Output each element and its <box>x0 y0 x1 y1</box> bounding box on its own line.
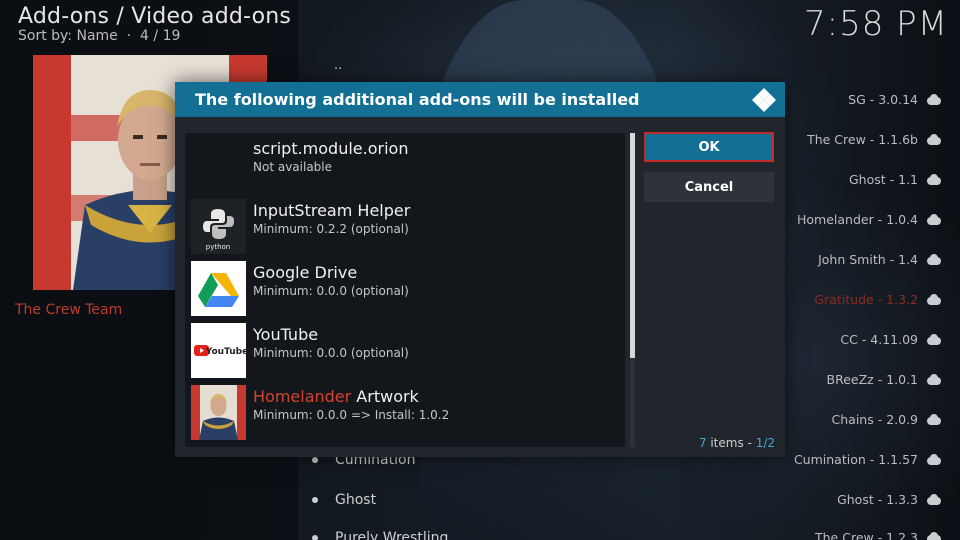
items-number: 7 <box>698 436 707 450</box>
right-list-item[interactable]: John Smith - 1.4 <box>818 252 942 267</box>
addon-dependency-list[interactable]: script.module.orion Not available python… <box>185 133 625 447</box>
right-list-item[interactable]: BReeZz - 1.0.1 <box>827 372 942 387</box>
cloud-download-icon <box>926 531 942 540</box>
clock: 7:58 PM <box>804 4 948 44</box>
sort-info: Sort by: Name · 4 / 19 <box>18 28 180 44</box>
svg-text:YouTube: YouTube <box>205 347 246 357</box>
svg-text:python: python <box>206 243 231 251</box>
addon-version: Not available <box>253 160 333 174</box>
scrollbar-thumb[interactable] <box>630 133 635 358</box>
youtube-logo-icon: YouTube <box>191 323 246 378</box>
install-dependencies-dialog: The following additional add-ons will be… <box>175 82 785 457</box>
addon-version: Minimum: 0.0.0 => Install: 1.0.2 <box>253 408 450 422</box>
list-item[interactable]: Homelander Artwork Minimum: 0.0.0 => Ins… <box>185 381 625 443</box>
items-word: items <box>710 436 744 450</box>
addon-name: InputStream Helper <box>253 201 411 220</box>
list-item-label: Ghost <box>335 492 377 508</box>
addon-text: script.module.orion Not available <box>253 139 408 174</box>
kodi-logo-icon <box>752 88 776 112</box>
items-count: 7 items - 1/2 <box>699 436 775 450</box>
list-scrollbar[interactable] <box>630 133 635 447</box>
list-item-label: Purely Wrestling <box>335 530 449 540</box>
cloud-download-icon <box>926 93 942 106</box>
cloud-download-icon <box>926 133 942 146</box>
sort-label: Sort by: Name <box>18 28 118 44</box>
right-list-item[interactable]: Chains - 2.0.9 <box>832 412 942 427</box>
addon-name-rest: Artwork <box>351 387 419 406</box>
addon-name: script.module.orion <box>253 139 409 158</box>
right-list-item[interactable]: Homelander - 1.0.4 <box>797 212 942 227</box>
right-list-item[interactable]: Ghost - 1.1 <box>849 172 942 187</box>
dialog-header: The following additional add-ons will be… <box>175 82 785 117</box>
cloud-download-icon <box>926 253 942 266</box>
right-list-item[interactable]: CC - 4.11.09 <box>840 332 942 347</box>
addon-text: Google Drive Minimum: 0.0.0 (optional) <box>253 263 409 298</box>
bullet-icon <box>312 457 318 463</box>
right-list-item[interactable]: Ghost - 1.3.3 <box>837 492 942 507</box>
list-item[interactable]: script.module.orion Not available <box>185 133 625 195</box>
addon-text: InputStream Helper Minimum: 0.2.2 (optio… <box>253 201 410 236</box>
python-logo-icon: python <box>191 199 246 254</box>
bullet-icon <box>312 535 318 540</box>
dialog-title: The following additional add-ons will be… <box>195 90 640 109</box>
cloud-download-icon <box>926 333 942 346</box>
homelander-artwork-thumb <box>191 385 246 440</box>
cloud-download-icon <box>926 493 942 506</box>
right-list-item[interactable]: The Crew - 1.1.6b <box>807 132 942 147</box>
right-list-item[interactable]: The Crew - 1.2.3 <box>815 530 942 540</box>
list-position: 4 / 19 <box>140 28 181 44</box>
ok-button[interactable]: OK <box>644 132 774 162</box>
right-list-item[interactable]: SG - 3.0.14 <box>848 92 942 107</box>
cloud-download-icon <box>926 413 942 426</box>
addon-name: YouTube <box>253 325 319 344</box>
list-item[interactable]: Google Drive Minimum: 0.0.0 (optional) <box>185 257 625 319</box>
right-list-item[interactable]: Cumination - 1.1.57 <box>794 452 942 467</box>
separator-dot: · <box>122 28 136 44</box>
addon-name: Homelander Artwork <box>253 387 449 407</box>
right-list-label: The Crew - 1.2.3 <box>815 530 918 540</box>
addon-name: Google Drive <box>253 263 358 282</box>
poster-caption: The Crew Team <box>15 302 123 318</box>
right-list-label: Ghost - 1.1 <box>848 172 918 187</box>
separator: - <box>747 436 756 450</box>
right-list-label: Chains - 2.0.9 <box>831 412 918 427</box>
bullet-icon <box>312 497 318 503</box>
list-item[interactable]: YouTube YouTube Minimum: 0.0.0 (optional… <box>185 319 625 381</box>
breadcrumb: Add-ons / Video add-ons <box>18 4 292 29</box>
list-item[interactable]: python InputStream Helper Minimum: 0.2.2… <box>185 195 625 257</box>
addon-version: Minimum: 0.2.2 (optional) <box>253 222 409 236</box>
right-list-item[interactable]: Gratitude - 1.3.2 <box>814 292 942 307</box>
cloud-download-icon <box>926 173 942 186</box>
right-list-label: Ghost - 1.3.3 <box>837 492 918 507</box>
page-indicator: 1/2 <box>755 436 775 450</box>
right-list-label: The Crew - 1.1.6b <box>807 132 918 147</box>
right-list-label: BReeZz - 1.0.1 <box>826 372 918 387</box>
cloud-download-icon <box>926 293 942 306</box>
addon-version: Minimum: 0.0.0 (optional) <box>253 346 409 360</box>
cancel-button[interactable]: Cancel <box>644 172 774 202</box>
addon-name-highlight: Homelander <box>253 387 352 406</box>
cloud-download-icon <box>926 373 942 386</box>
addon-text: YouTube Minimum: 0.0.0 (optional) <box>253 325 409 360</box>
right-list-label: Cumination - 1.1.57 <box>793 452 918 467</box>
addon-text: Homelander Artwork Minimum: 0.0.0 => Ins… <box>253 387 449 422</box>
right-list-label: SG - 3.0.14 <box>848 92 918 107</box>
cloud-download-icon <box>926 453 942 466</box>
addon-version: Minimum: 0.0.0 (optional) <box>253 284 409 298</box>
right-list-label: John Smith - 1.4 <box>818 252 918 267</box>
right-list-label: CC - 4.11.09 <box>840 332 918 347</box>
list-item[interactable]: Ghost <box>312 492 376 508</box>
right-list-label: Gratitude - 1.3.2 <box>814 292 918 307</box>
right-list-label: Homelander - 1.0.4 <box>797 212 918 227</box>
list-item[interactable]: Purely Wrestling <box>312 530 448 540</box>
google-drive-icon <box>191 261 246 316</box>
parent-folder-item[interactable]: .. <box>334 58 342 73</box>
cloud-download-icon <box>926 213 942 226</box>
